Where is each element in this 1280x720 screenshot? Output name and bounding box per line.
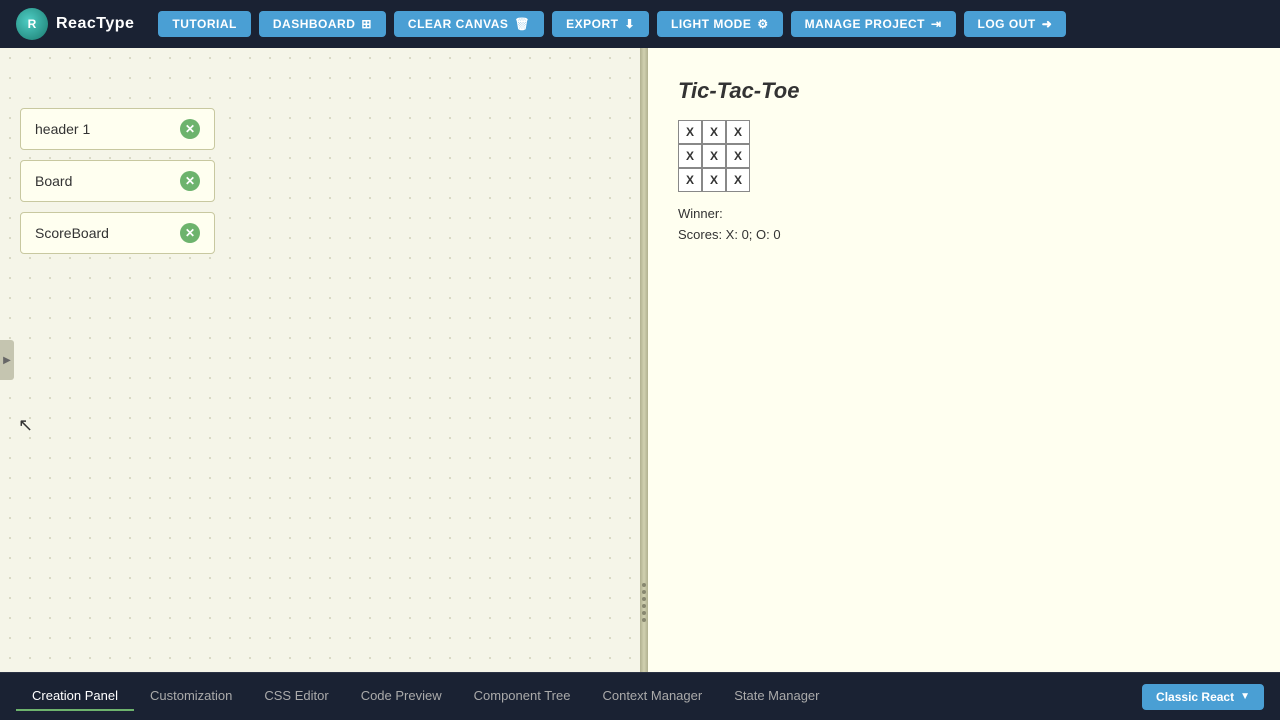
ttt-cell-7: X xyxy=(702,168,726,192)
preview-winner: Winner: xyxy=(678,206,1250,221)
ttt-cell-2: X xyxy=(726,120,750,144)
close-button-scoreboard[interactable]: ✕ xyxy=(180,223,200,243)
tab-context-manager[interactable]: Context Manager xyxy=(586,682,718,711)
divider-dot-1 xyxy=(642,583,646,587)
logo-icon: R xyxy=(16,8,48,40)
collapse-icon: ▶ xyxy=(3,355,11,366)
ttt-cell-6: X xyxy=(678,168,702,192)
panel-collapse-button[interactable]: ▶ xyxy=(0,340,14,380)
close-icon-scoreboard: ✕ xyxy=(185,226,195,240)
ttt-board: X X X X X X X X X xyxy=(678,120,1250,192)
app-name: ReacType xyxy=(56,15,134,33)
dashboard-button[interactable]: DASHBOARD ⊞ xyxy=(259,11,386,37)
app-header: R ReacType TUTORIAL DASHBOARD ⊞ CLEAR CA… xyxy=(0,0,1280,48)
component-label-scoreboard: ScoreBoard xyxy=(35,225,109,241)
divider-dot-4 xyxy=(642,604,646,608)
preview-title: Tic-Tac-Toe xyxy=(678,78,1250,104)
tab-state-manager[interactable]: State Manager xyxy=(718,682,835,711)
cursor-indicator: ↖ xyxy=(18,415,33,436)
component-card-board[interactable]: Board ✕ xyxy=(20,160,215,202)
clear-canvas-button[interactable]: CLEAR CANVAS 🗑 xyxy=(394,11,544,37)
logo-area: R ReacType xyxy=(16,8,134,40)
divider-dot-2 xyxy=(642,590,646,594)
bottom-bar: Creation Panel Customization CSS Editor … xyxy=(0,672,1280,720)
light-mode-button[interactable]: LIGHT MODE ⚙ xyxy=(657,11,783,37)
tab-customization[interactable]: Customization xyxy=(134,682,248,711)
filter-icon: ⇥ xyxy=(931,17,942,31)
close-button-board[interactable]: ✕ xyxy=(180,171,200,191)
download-icon: ⬇ xyxy=(624,17,635,31)
main-area: ▶ ↖ header 1 ✕ Board ✕ ScoreBoard xyxy=(0,48,1280,672)
component-card-scoreboard[interactable]: ScoreBoard ✕ xyxy=(20,212,215,254)
ttt-cell-4: X xyxy=(702,144,726,168)
close-icon-board: ✕ xyxy=(185,174,195,188)
tab-component-tree[interactable]: Component Tree xyxy=(458,682,587,711)
divider-dot-3 xyxy=(642,597,646,601)
grid-icon: ⊞ xyxy=(361,17,372,31)
divider-dot-5 xyxy=(642,611,646,615)
divider-handle xyxy=(642,583,646,622)
divider-dot-6 xyxy=(642,618,646,622)
export-button[interactable]: EXPORT ⬇ xyxy=(552,11,649,37)
tab-creation-panel[interactable]: Creation Panel xyxy=(16,682,134,711)
panel-divider[interactable] xyxy=(640,48,648,672)
components-area: header 1 ✕ Board ✕ ScoreBoard ✕ xyxy=(0,48,640,274)
classic-react-button[interactable]: Classic React ▼ xyxy=(1142,684,1264,710)
tab-css-editor[interactable]: CSS Editor xyxy=(248,682,344,711)
close-button-header1[interactable]: ✕ xyxy=(180,119,200,139)
logout-icon: ➜ xyxy=(1042,17,1053,31)
component-label-header1: header 1 xyxy=(35,121,90,137)
preview-scores: Scores: X: 0; O: 0 xyxy=(678,227,1250,242)
ttt-cell-5: X xyxy=(726,144,750,168)
component-label-board: Board xyxy=(35,173,72,189)
preview-panel: Tic-Tac-Toe X X X X X X X X X Winner: Sc… xyxy=(648,48,1280,672)
ttt-cell-3: X xyxy=(678,144,702,168)
settings-icon: ⚙ xyxy=(757,17,768,31)
close-icon-header1: ✕ xyxy=(185,122,195,136)
tab-code-preview[interactable]: Code Preview xyxy=(345,682,458,711)
manage-project-button[interactable]: MANAGE PROJECT ⇥ xyxy=(791,11,956,37)
chevron-down-icon: ▼ xyxy=(1240,691,1250,702)
log-out-button[interactable]: LOG OUT ➜ xyxy=(964,11,1067,37)
ttt-cell-1: X xyxy=(702,120,726,144)
component-card-header1[interactable]: header 1 ✕ xyxy=(20,108,215,150)
ttt-cell-0: X xyxy=(678,120,702,144)
canvas-panel[interactable]: ▶ ↖ header 1 ✕ Board ✕ ScoreBoard xyxy=(0,48,640,672)
tutorial-button[interactable]: TUTORIAL xyxy=(158,11,250,37)
trash-icon: 🗑 xyxy=(514,17,530,31)
ttt-cell-8: X xyxy=(726,168,750,192)
